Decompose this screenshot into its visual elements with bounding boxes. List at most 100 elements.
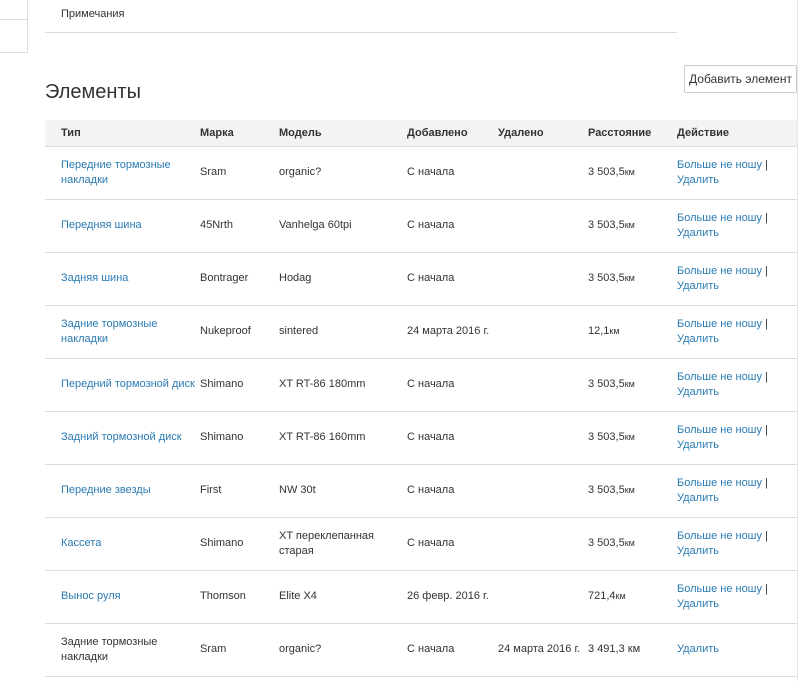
distance-value: 3 503,5 [588, 431, 625, 443]
delete-link[interactable]: Удалить [677, 386, 719, 398]
right-panel-edge [797, 0, 798, 681]
delete-link[interactable]: Удалить [677, 280, 719, 292]
cell-added: 26 февр. 2016 г. [407, 570, 498, 624]
cell-model: sintered [279, 305, 407, 359]
not-wearing-link[interactable]: Больше не ношу [677, 477, 762, 489]
distance-unit: км [615, 591, 626, 601]
distance-value: 3 491,3 км [588, 643, 641, 655]
cell-distance: 3 491,3 км [588, 623, 677, 677]
element-type-link[interactable]: Задний тормозной диск [61, 431, 182, 443]
distance-value: 3 503,5 [588, 219, 625, 231]
cell-model: organic? [279, 146, 407, 200]
element-type-link[interactable]: Вынос руля [61, 590, 121, 602]
cell-added: С начала [407, 623, 498, 677]
cell-distance: 3 503,5км [588, 146, 677, 200]
delete-link[interactable]: Удалить [677, 643, 719, 655]
header-action: Действие [677, 120, 797, 147]
table-row: Передние тормозные накладки Sram organic? С… [45, 146, 797, 200]
cell-removed [498, 570, 588, 624]
table-row: Задние тормозные накладки Nukeproof sinter… [45, 305, 797, 359]
not-wearing-link[interactable]: Больше не ношу [677, 212, 762, 224]
distance-value: 12,1 [588, 325, 610, 337]
header-brand: Марка [200, 120, 279, 147]
not-wearing-link[interactable]: Больше не ношу [677, 530, 762, 542]
cell-type: Задняя шина [45, 252, 200, 306]
not-wearing-link[interactable]: Больше не ношу [677, 371, 762, 383]
cell-brand: Sram [200, 623, 279, 677]
cell-type: Передний тормозной диск [45, 358, 200, 412]
section-title: Элементы [45, 81, 141, 103]
element-type-link[interactable]: Передние тормозные накладки [61, 159, 171, 186]
cell-model: Hodag [279, 252, 407, 306]
cell-removed [498, 252, 588, 306]
not-wearing-link[interactable]: Больше не ношу [677, 265, 762, 277]
not-wearing-link[interactable]: Больше не ношу [677, 159, 762, 171]
left-panel-fragment [0, 0, 28, 53]
header-model: Модель [279, 120, 407, 147]
element-type-link[interactable]: Кассета [61, 537, 101, 549]
cell-added: С начала [407, 517, 498, 571]
action-separator: | [762, 211, 768, 224]
cell-model: XT RT-86 180mm [279, 358, 407, 412]
cell-action: Больше не ношу | Удалить [677, 305, 797, 359]
header-removed: Удалено [498, 120, 588, 147]
cell-added: С начала [407, 358, 498, 412]
cell-distance: 3 503,5км [588, 464, 677, 518]
table-row: Задние тормозные накладки Sram organic? С н… [45, 623, 797, 677]
element-type-link[interactable]: Задняя шина [61, 272, 128, 284]
delete-link[interactable]: Удалить [677, 333, 719, 345]
not-wearing-link[interactable]: Больше не ношу [677, 318, 762, 330]
not-wearing-link[interactable]: Больше не ношу [677, 424, 762, 436]
element-type-link[interactable]: Передний тормозной диск [61, 378, 195, 390]
cell-distance: 12,1км [588, 305, 677, 359]
header-distance: Расстояние [588, 120, 677, 147]
cell-type: Кассета [45, 517, 200, 571]
table-header-row: Тип Марка Модель Добавлено Удалено Расст… [45, 120, 797, 147]
notes-row: Примечания [45, 0, 677, 33]
action-separator: | [762, 529, 768, 542]
table-row: Передние звезды First NW 30t С начала 3 503,… [45, 464, 797, 518]
cell-distance: 721,4км [588, 570, 677, 624]
action-separator: | [762, 264, 768, 277]
delete-link[interactable]: Удалить [677, 439, 719, 451]
delete-link[interactable]: Удалить [677, 545, 719, 557]
delete-link[interactable]: Удалить [677, 598, 719, 610]
cell-type: Задний тормозной диск [45, 411, 200, 465]
action-separator: | [762, 370, 768, 383]
cell-added: С начала [407, 411, 498, 465]
cell-model: Elite X4 [279, 570, 407, 624]
cell-model: XT переклепанная старая [279, 517, 407, 571]
cell-removed [498, 358, 588, 412]
table-row: Кассета Shimano XT переклепанная старая С н… [45, 517, 797, 571]
cell-type: Передние звезды [45, 464, 200, 518]
action-separator: | [762, 423, 768, 436]
element-type-link[interactable]: Задние тормозные накладки [61, 318, 157, 345]
table-row: Передний тормозной диск Shimano XT RT-86 1… [45, 358, 797, 412]
distance-unit: км [624, 485, 635, 495]
distance-unit: км [624, 538, 635, 548]
table-row: Передняя шина 45Nrth Vanhelga 60tpi С начал… [45, 199, 797, 253]
cell-action: Больше не ношу | Удалить [677, 146, 797, 200]
table-row: Задняя шина Bontrager Hodag С начала 3 503,5… [45, 252, 797, 306]
cell-action: Больше не ношу | Удалить [677, 358, 797, 412]
element-type-link[interactable]: Передняя шина [61, 219, 142, 231]
cell-action: Больше не ношу | Удалить [677, 517, 797, 571]
distance-value: 3 503,5 [588, 378, 625, 390]
action-separator: | [762, 158, 768, 171]
element-type-link[interactable]: Передние звезды [61, 484, 151, 496]
cell-brand: First [200, 464, 279, 518]
cell-distance: 3 503,5км [588, 252, 677, 306]
add-element-button[interactable]: Добавить элемент [684, 65, 797, 93]
distance-value: 3 503,5 [588, 272, 625, 284]
delete-link[interactable]: Удалить [677, 492, 719, 504]
not-wearing-link[interactable]: Больше не ношу [677, 583, 762, 595]
cell-model: organic? [279, 623, 407, 677]
cell-action: Больше не ношу | Удалить [677, 199, 797, 253]
cell-removed [498, 146, 588, 200]
cell-action: Больше не ношу | Удалить [677, 252, 797, 306]
cell-type: Вынос руля [45, 570, 200, 624]
cell-distance: 3 503,5км [588, 411, 677, 465]
notes-label: Примечания [61, 8, 125, 20]
delete-link[interactable]: Удалить [677, 174, 719, 186]
delete-link[interactable]: Удалить [677, 227, 719, 239]
